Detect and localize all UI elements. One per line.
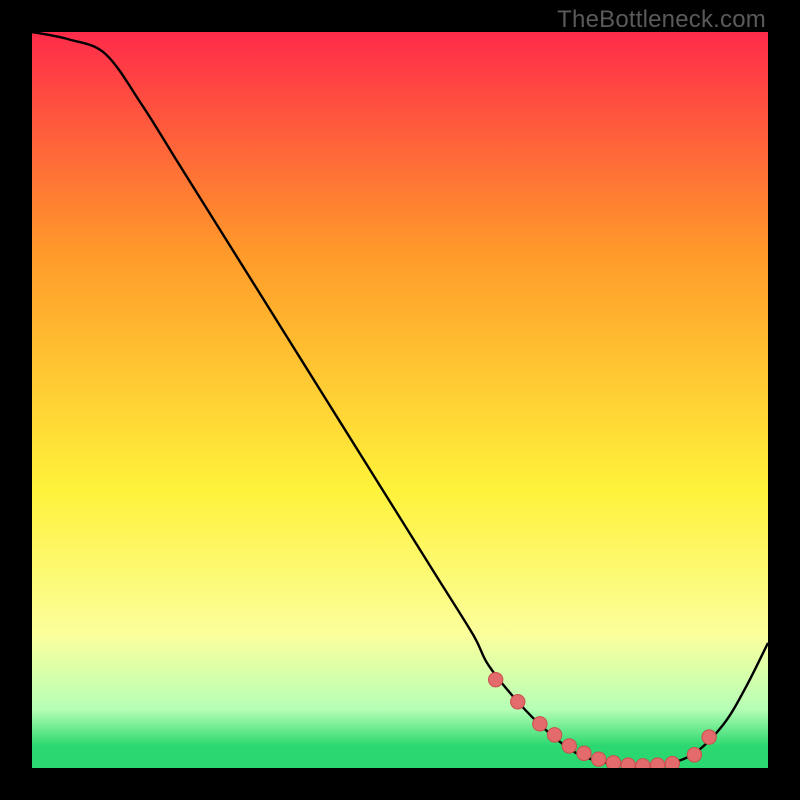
curve-marker (650, 758, 664, 768)
curve-marker (511, 695, 525, 709)
curve-marker (621, 758, 635, 768)
plot-area (32, 32, 768, 768)
curve-marker (488, 672, 502, 686)
curve-marker (687, 748, 701, 762)
curve-marker (577, 746, 591, 760)
gradient-background (32, 32, 768, 768)
curve-marker (592, 752, 606, 766)
curve-marker (665, 756, 679, 768)
bottleneck-curve-chart (32, 32, 768, 768)
curve-marker (636, 759, 650, 768)
curve-marker (702, 730, 716, 744)
curve-marker (562, 739, 576, 753)
curve-marker (547, 728, 561, 742)
curve-marker (533, 717, 547, 731)
chart-frame: TheBottleneck.com (0, 0, 800, 800)
watermark-text: TheBottleneck.com (557, 6, 766, 34)
curve-marker (606, 756, 620, 768)
